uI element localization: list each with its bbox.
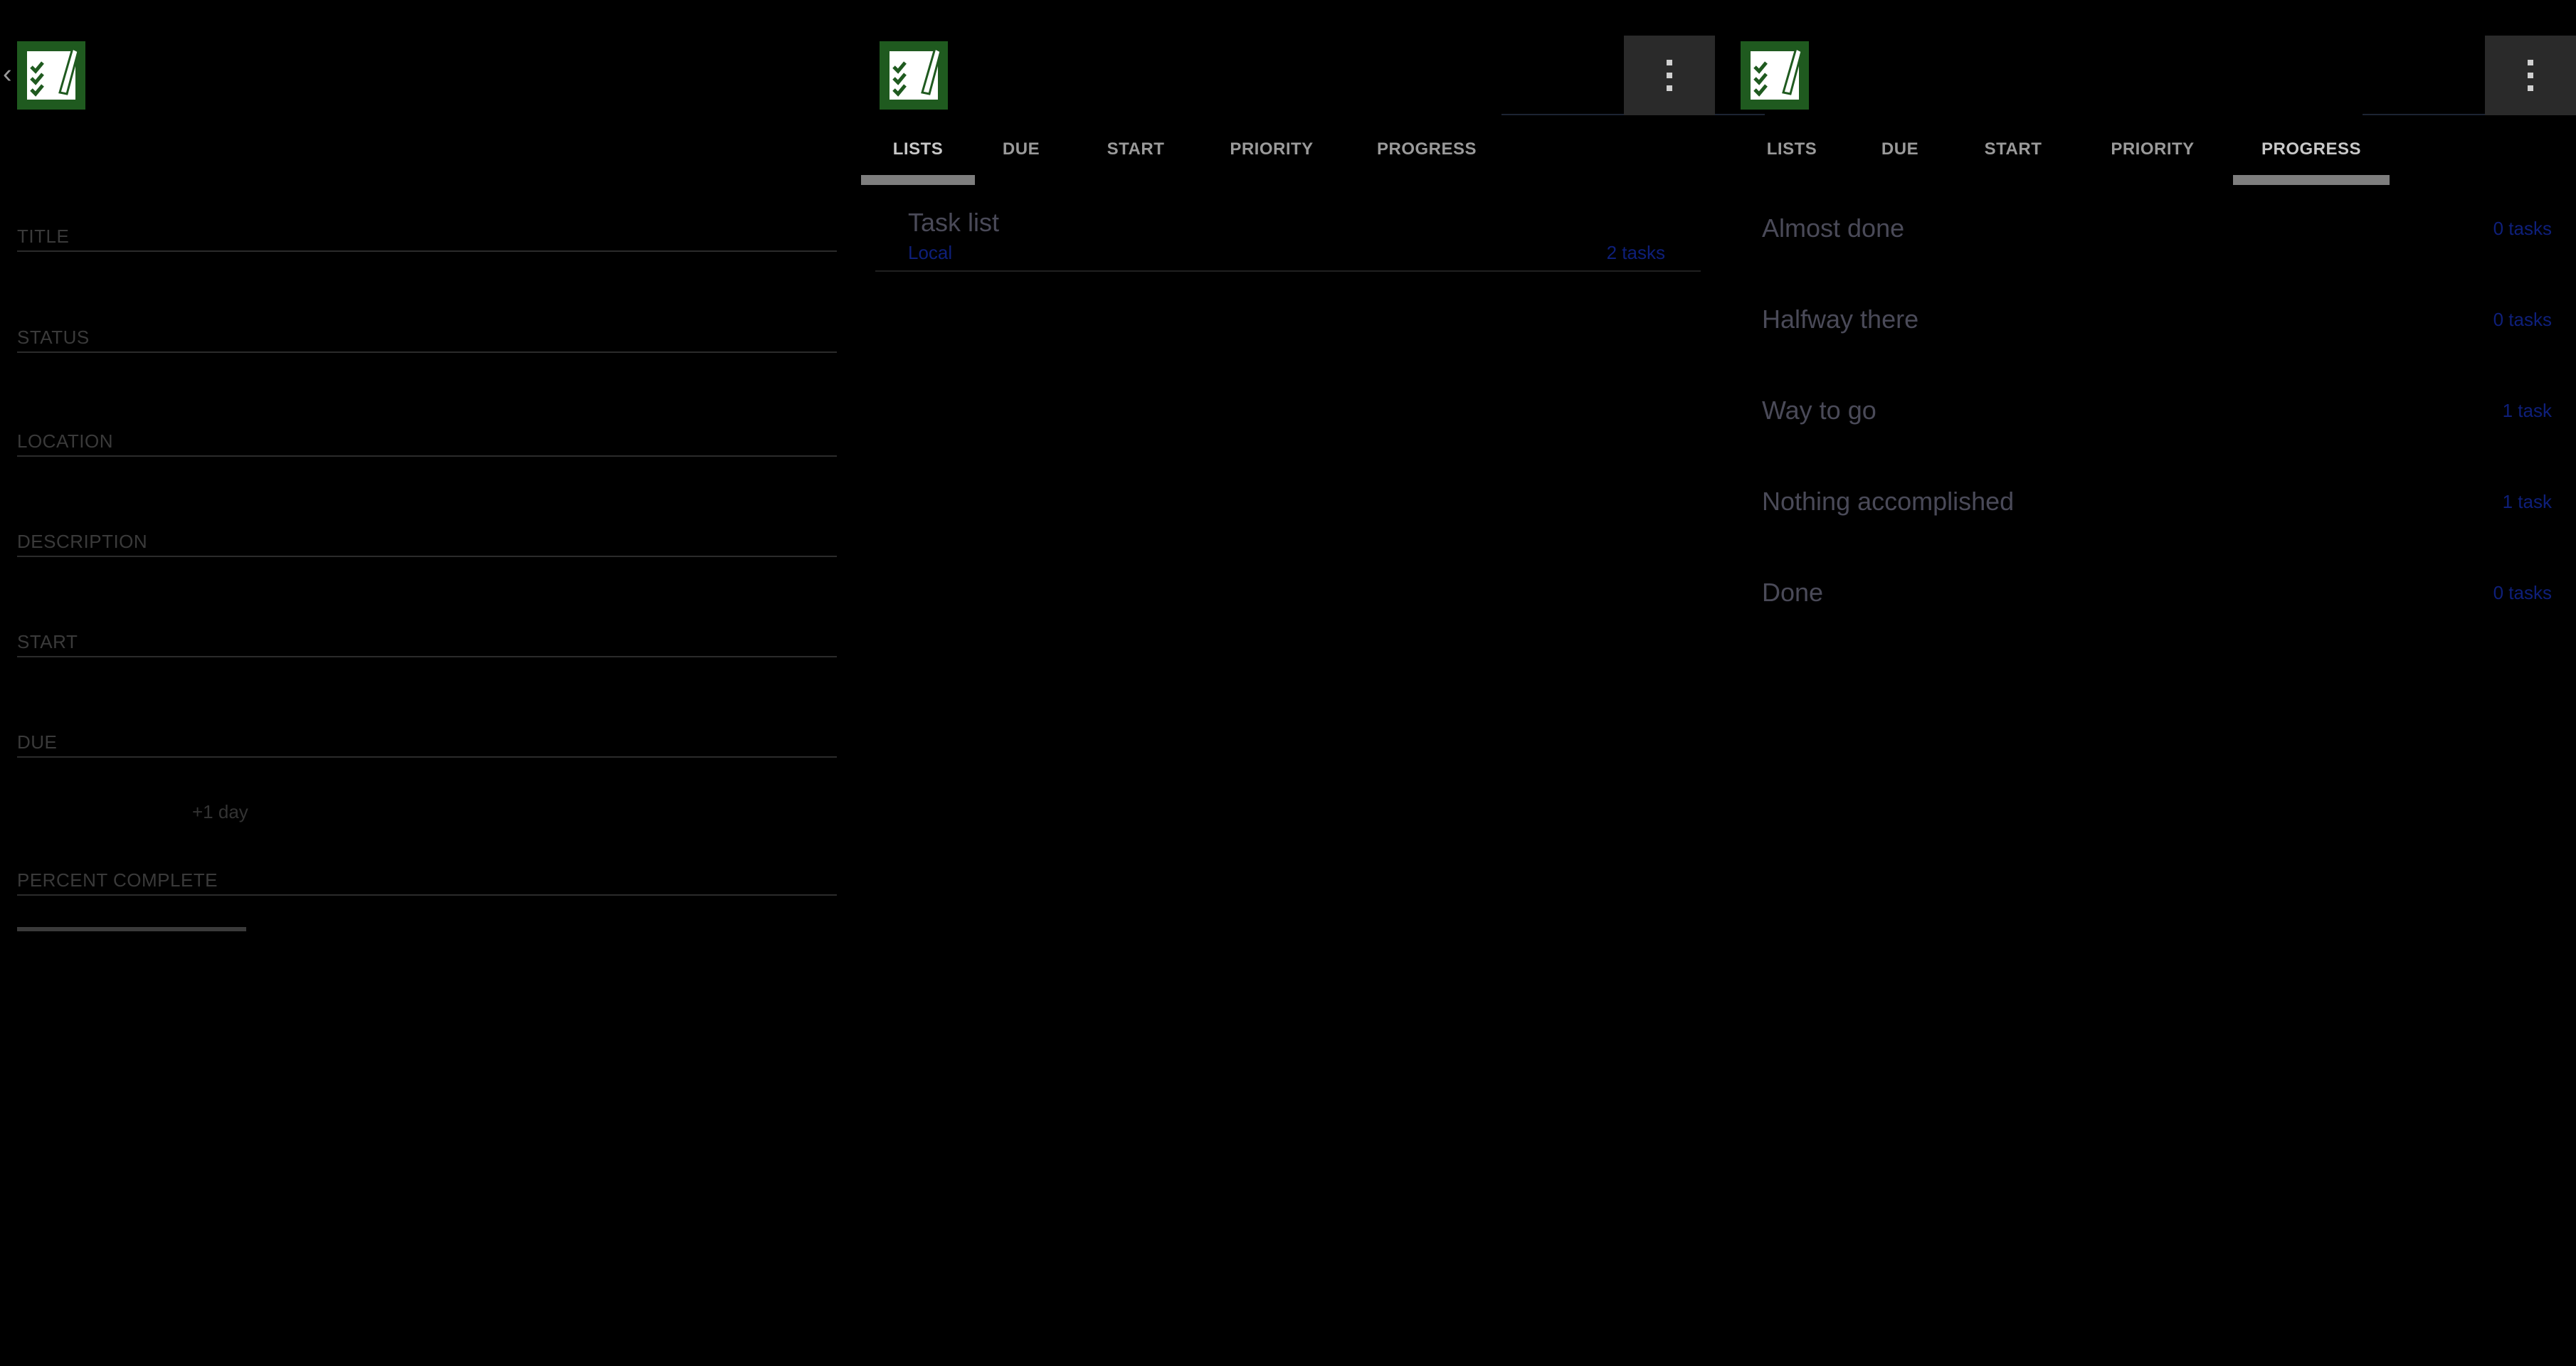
field-location[interactable]: LOCATION: [17, 418, 837, 457]
field-percent-complete[interactable]: PERCENT COMPLETE: [17, 857, 837, 896]
tab-progress[interactable]: PROGRESS: [2233, 128, 2390, 185]
list-item[interactable]: Task list Local 2 tasks: [875, 192, 1701, 272]
tab-label: PRIORITY: [1230, 139, 1314, 159]
back-chevron-icon[interactable]: ‹: [3, 60, 12, 88]
tab-label: START: [1984, 139, 2042, 159]
tab-label: LISTS: [1766, 139, 1817, 159]
task-editor-panel: ‹ TITLE STATUS LOCATION DESCRIPTION START DUE…: [0, 0, 854, 1366]
app-checklist-icon[interactable]: [1741, 41, 1809, 110]
overflow-menu-icon: [2528, 60, 2533, 91]
group-task-count: 0 tasks: [2493, 309, 2552, 330]
list-task-count: 2 tasks: [1606, 242, 1665, 263]
group-task-count: 1 task: [2502, 491, 2552, 512]
list-account: Local: [908, 242, 953, 263]
group-title: Way to go: [1762, 396, 1876, 425]
due-offset-text: +1 day: [192, 801, 248, 822]
group-title: Halfway there: [1762, 305, 1919, 334]
selected-tab-indicator: [2233, 175, 2390, 185]
tab-start[interactable]: START: [1079, 128, 1193, 185]
app-checklist-icon[interactable]: [880, 41, 948, 110]
group-title: Almost done: [1762, 213, 1905, 243]
tab-label: PRIORITY: [2111, 139, 2195, 159]
tab-label: PROGRESS: [1376, 139, 1477, 159]
field-label: START: [17, 631, 78, 652]
field-due[interactable]: DUE: [17, 719, 837, 758]
progress-group-row[interactable]: Halfway there 0 tasks: [1748, 305, 2552, 347]
field-label: TITLE: [17, 226, 70, 247]
progress-group-row[interactable]: Nothing accomplished 1 task: [1748, 487, 2552, 529]
field-label: DUE: [17, 731, 58, 753]
tab-label: DUE: [1002, 139, 1040, 159]
tab-lists[interactable]: LISTS: [1742, 128, 1842, 185]
group-task-count: 1 task: [2502, 400, 2552, 421]
group-task-count: 0 tasks: [2493, 218, 2552, 239]
overflow-menu-button[interactable]: [2485, 36, 2576, 115]
tab-label: LISTS: [892, 139, 944, 159]
tab-due[interactable]: DUE: [978, 128, 1064, 185]
tab-due[interactable]: DUE: [1857, 128, 1943, 185]
tab-label: START: [1107, 139, 1165, 159]
progress-group-row[interactable]: Way to go 1 task: [1748, 396, 2552, 438]
progress-group-row[interactable]: Almost done 0 tasks: [1748, 213, 2552, 256]
field-title[interactable]: TITLE: [17, 213, 837, 252]
group-task-count: 0 tasks: [2493, 582, 2552, 603]
list-title: Task list: [908, 208, 1000, 237]
tab-priority[interactable]: PRIORITY: [2085, 128, 2220, 185]
overflow-menu-icon: [1667, 60, 1672, 91]
field-status[interactable]: STATUS: [17, 314, 837, 353]
tab-label: PROGRESS: [2261, 139, 2362, 159]
field-label: LOCATION: [17, 430, 113, 452]
field-start[interactable]: START: [17, 619, 837, 657]
group-title: Done: [1762, 578, 1824, 607]
tab-label: DUE: [1881, 139, 1919, 159]
lists-panel: LISTS DUE START PRIORITY PROGRESS Task list L…: [861, 0, 1765, 1366]
percent-complete-slider[interactable]: [17, 927, 246, 931]
progress-panel: LISTS DUE START PRIORITY PROGRESS Almost don…: [1722, 0, 2576, 1366]
progress-group-row[interactable]: Done 0 tasks: [1748, 578, 2552, 620]
tab-priority[interactable]: PRIORITY: [1204, 128, 1339, 185]
field-label: DESCRIPTION: [17, 531, 148, 552]
tab-lists[interactable]: LISTS: [861, 128, 975, 185]
field-label: STATUS: [17, 327, 90, 348]
tab-progress[interactable]: PROGRESS: [1352, 128, 1501, 185]
field-description[interactable]: DESCRIPTION: [17, 519, 837, 557]
selected-tab-indicator: [861, 175, 975, 185]
field-label: PERCENT COMPLETE: [17, 869, 218, 891]
overflow-menu-button[interactable]: [1624, 36, 1715, 115]
group-title: Nothing accomplished: [1762, 487, 2015, 516]
tab-start[interactable]: START: [1960, 128, 2066, 185]
app-checklist-icon[interactable]: [17, 41, 85, 110]
